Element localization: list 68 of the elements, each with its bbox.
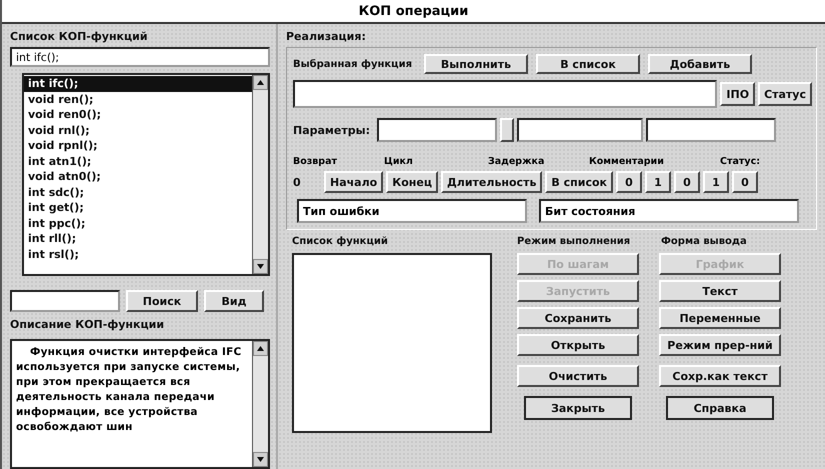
mode-button[interactable]: Сохранить [517, 307, 639, 329]
help-button[interactable]: Справка [666, 396, 774, 420]
search-field[interactable] [10, 290, 120, 312]
function-list-item[interactable]: int sdc(); [24, 184, 252, 200]
scroll-down-icon[interactable] [253, 452, 268, 467]
view-button[interactable]: Вид [204, 290, 264, 312]
column-heading: Статус: [720, 156, 762, 167]
function-list-item[interactable]: void rnl(); [24, 122, 252, 138]
column-heading: Возврат [293, 156, 338, 167]
status-bit-button[interactable]: 0 [732, 171, 758, 193]
output-button[interactable]: Переменные [659, 307, 781, 329]
scrollbar[interactable] [252, 341, 268, 467]
action-button[interactable]: Выполнить [424, 54, 528, 74]
parameters-label: Параметры: [293, 124, 370, 136]
panel-heading: Список КОП-функций [10, 30, 149, 43]
scroll-down-icon[interactable] [253, 259, 268, 274]
status-bit-button[interactable]: 1 [645, 171, 671, 193]
status-bit-button[interactable]: 0 [674, 171, 700, 193]
mode-button[interactable]: Очистить [517, 365, 639, 387]
function-field[interactable]: int ifc(); [10, 47, 270, 67]
action-button[interactable]: Добавить [648, 54, 752, 74]
function-list-item[interactable]: int get(); [24, 200, 252, 216]
function-list-heading: Список функций [292, 236, 389, 247]
function-list-item[interactable]: int ppc(); [24, 216, 252, 231]
description-heading: Описание КОП-функции [10, 318, 166, 331]
function-list-item[interactable]: int rll(); [24, 231, 252, 246]
error-type-field[interactable]: Тип ошибки [297, 199, 527, 223]
status-bit-button[interactable]: 0 [616, 171, 642, 193]
parameter-button[interactable]: Длительность [440, 171, 542, 193]
search-button[interactable]: Поиск [126, 290, 198, 312]
close-button[interactable]: Закрыть [524, 396, 632, 420]
parameter-field[interactable] [646, 118, 776, 142]
scrollbar[interactable] [252, 75, 268, 274]
mode-heading: Режим выполнения [517, 236, 632, 247]
mode-button[interactable]: Открыть [517, 334, 639, 356]
function-list-item[interactable]: int rsl(); [24, 246, 252, 262]
parameter-field[interactable] [516, 118, 643, 142]
output-button[interactable]: Сохр.как текст [659, 365, 781, 387]
column-heading: Комментарии [589, 156, 665, 167]
return-value: 0 [293, 176, 302, 188]
column-heading: Задержка [488, 156, 546, 167]
function-list[interactable] [292, 253, 492, 433]
column-heading: Цикл [384, 156, 414, 167]
function-list-item[interactable]: int atn1(); [24, 154, 252, 169]
output-button[interactable]: Текст [659, 280, 781, 302]
function-list-item[interactable]: void ren(); [24, 92, 252, 107]
scroll-up-icon[interactable] [253, 341, 268, 356]
function-list-item[interactable]: void rpnl(); [24, 138, 252, 154]
output-button[interactable]: Режим прер-ний [659, 334, 781, 356]
panel-heading: Реализация: [286, 30, 367, 43]
function-list-item[interactable]: void ren0(); [24, 107, 252, 122]
parameter-button[interactable]: В список [545, 171, 613, 193]
scroll-up-icon[interactable] [253, 75, 268, 90]
parameter-button[interactable]: Конец [386, 171, 438, 193]
function-list-item[interactable]: int ifc(); [24, 76, 252, 92]
status-bit-button[interactable]: 1 [703, 171, 729, 193]
po-button[interactable]: IПО [720, 82, 756, 106]
function-list-item[interactable]: void atn0(); [24, 169, 252, 184]
selected-function-label: Выбранная функция [293, 58, 412, 70]
status-button[interactable]: Статус [758, 82, 812, 106]
description-text: Функция очистки интерфейса IFC используется при запуске системы, при этом прекращается вся деятельность канала передачи информации, все устройства освобождают шин [15, 345, 242, 435]
status-bit-field[interactable]: Бит состояния [539, 199, 799, 223]
output-heading: Форма вывода [661, 236, 747, 247]
parameter-button[interactable] [500, 118, 514, 142]
action-button[interactable]: В список [536, 54, 640, 74]
parameter-button[interactable]: Начало [324, 171, 384, 193]
selected-function-field[interactable] [293, 80, 718, 108]
parameter-field[interactable] [376, 118, 497, 142]
